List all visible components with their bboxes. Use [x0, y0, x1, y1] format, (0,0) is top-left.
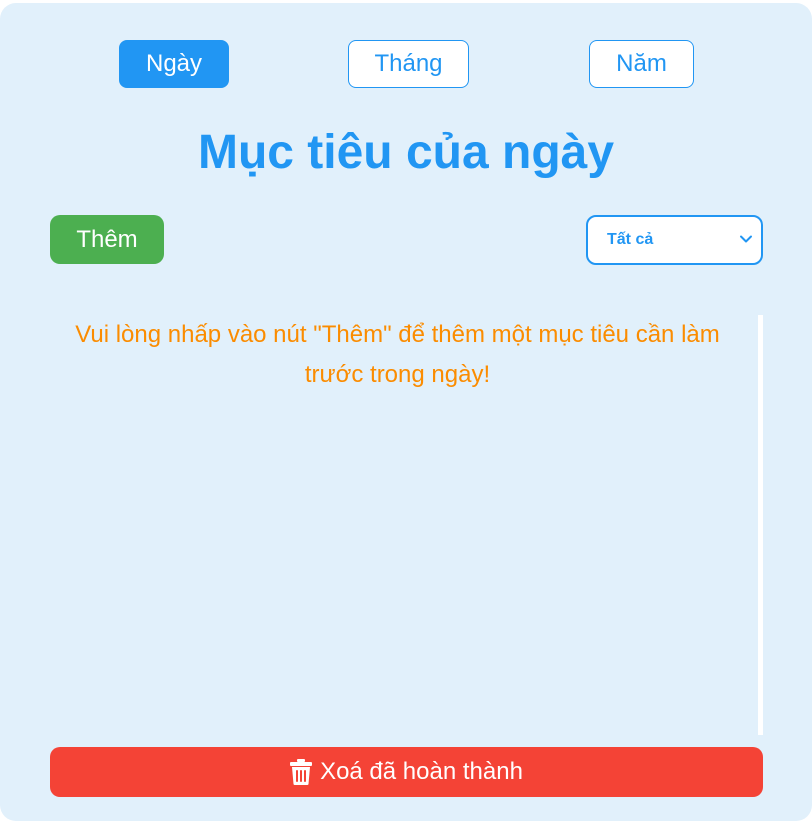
chevron-down-icon	[739, 232, 753, 246]
trash-icon	[290, 759, 312, 785]
tab-year[interactable]: Năm	[589, 40, 694, 88]
filter-selected-value: Tất cả	[607, 231, 653, 249]
tab-day[interactable]: Ngày	[119, 40, 229, 88]
tab-month-label: Tháng	[374, 50, 442, 78]
add-button[interactable]: Thêm	[50, 215, 164, 264]
list-scrollbar[interactable]	[758, 315, 763, 735]
page-title: Mục tiêu của ngày	[0, 121, 812, 185]
empty-message: Vui lòng nhấp vào nút "Thêm" để thêm một…	[50, 315, 745, 395]
clear-completed-button[interactable]: Xoá đã hoàn thành	[50, 747, 763, 797]
goal-card: Ngày Tháng Năm Mục tiêu của ngày Thêm Tấ…	[0, 3, 812, 821]
add-button-label: Thêm	[76, 226, 137, 254]
tab-day-label: Ngày	[146, 50, 202, 78]
filter-select[interactable]: Tất cả	[586, 215, 763, 265]
tab-month[interactable]: Tháng	[348, 40, 469, 88]
tab-year-label: Năm	[616, 50, 667, 78]
goal-list: Vui lòng nhấp vào nút "Thêm" để thêm một…	[50, 315, 763, 735]
clear-completed-label: Xoá đã hoàn thành	[320, 758, 523, 786]
